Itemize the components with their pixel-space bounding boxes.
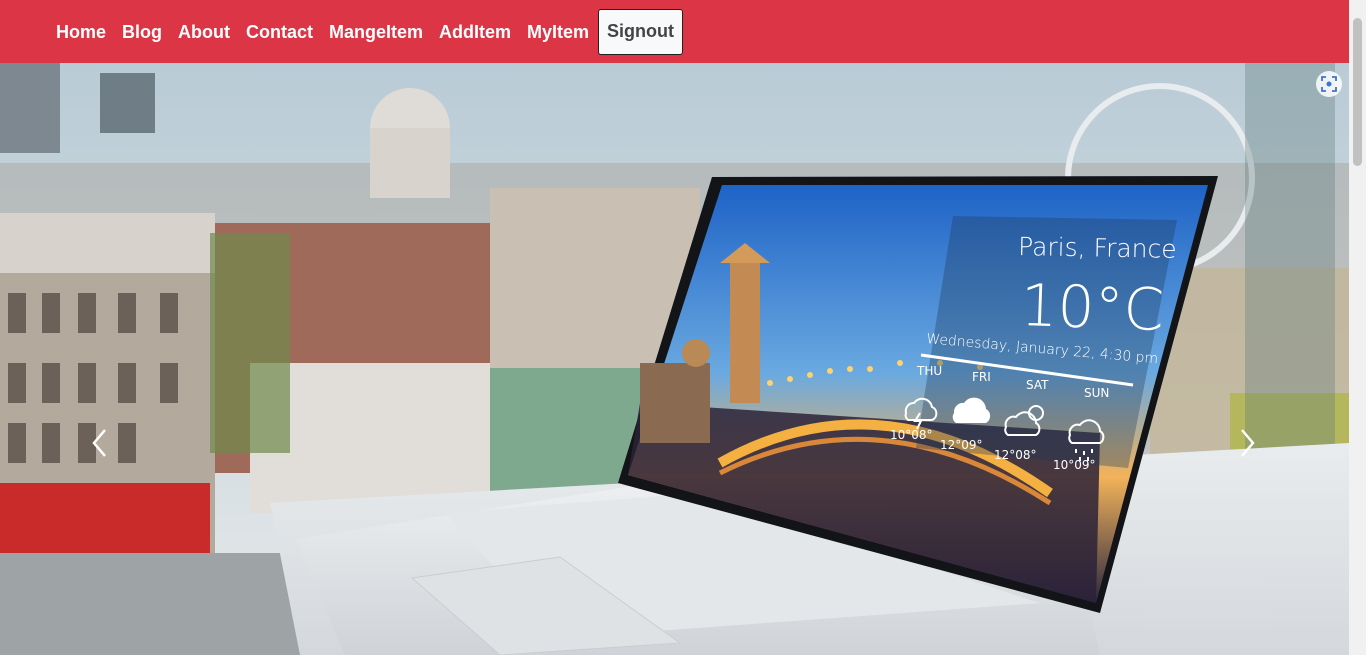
weather-temps-thu: 10°08° [890,428,933,442]
laptop-hero-image: Paris, France 10°C Wednesday, January 22… [0,63,1349,655]
visual-search-icon [1321,76,1337,92]
nav-about[interactable]: About [170,9,238,55]
weather-day-fri: FRI [972,370,991,384]
weather-day-sun: SUN [1084,386,1109,400]
weather-temps-sat: 12°08° [994,448,1037,462]
scrollbar-thumb[interactable] [1353,18,1362,166]
nav-myitem[interactable]: MyItem [519,9,597,55]
weather-day-sat: SAT [1026,378,1049,392]
page-scrollbar[interactable] [1349,0,1366,655]
weather-temps-fri: 12°09° [940,438,983,452]
nav-home[interactable]: Home [48,9,114,55]
nav-mangeitem[interactable]: MangeItem [321,9,431,55]
chevron-left-icon [92,429,106,457]
weather-temperature: 10°C [1020,271,1166,344]
carousel-next-button[interactable] [1227,413,1267,473]
signout-button[interactable]: Signout [598,8,684,55]
nav-blog[interactable]: Blog [114,9,170,55]
chevron-right-icon [1241,429,1255,457]
weather-temps-sun: 10°09° [1053,458,1096,472]
nav-additem[interactable]: AddItem [431,9,519,55]
nav-contact[interactable]: Contact [238,9,321,55]
visual-search-button[interactable] [1316,71,1342,97]
weather-city: Paris, France [1018,232,1177,264]
carousel-prev-button[interactable] [80,413,120,473]
hero-carousel: Paris, France 10°C Wednesday, January 22… [0,63,1349,655]
weather-day-thu: THU [916,364,942,378]
top-navbar: Home Blog About Contact MangeItem AddIte… [0,0,1349,63]
